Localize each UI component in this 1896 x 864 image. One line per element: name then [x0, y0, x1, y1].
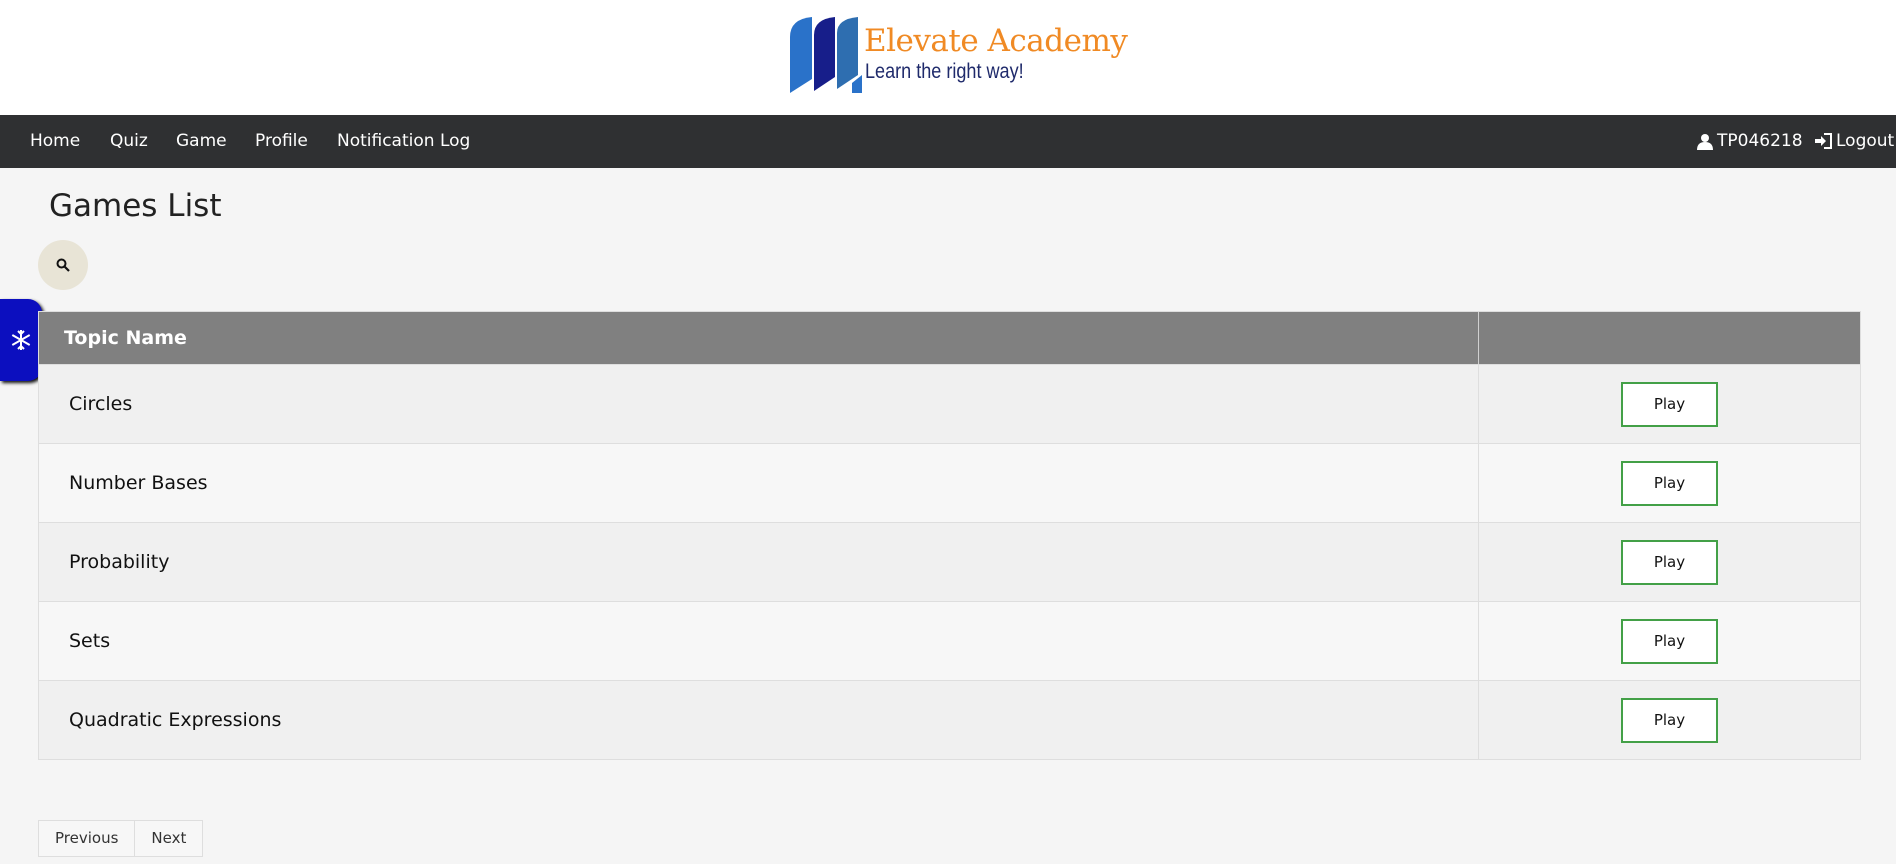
nav-home[interactable]: Home	[30, 131, 80, 151]
user-icon	[1697, 133, 1713, 150]
search-button[interactable]	[38, 240, 88, 290]
play-button[interactable]: Play	[1621, 381, 1718, 427]
nav-logout[interactable]: Logout	[1815, 131, 1894, 151]
topic-cell: Sets	[39, 602, 1479, 680]
play-button[interactable]: Play	[1621, 460, 1718, 506]
logo-header: Elevate Academy Learn the right way!	[0, 0, 1896, 115]
logo-mark-icon	[790, 17, 862, 93]
topic-cell: Probability	[39, 523, 1479, 601]
table-row: Circles Play	[39, 364, 1860, 443]
table-row: Number Bases Play	[39, 443, 1860, 522]
play-button[interactable]: Play	[1621, 618, 1718, 664]
table-row: Sets Play	[39, 601, 1860, 680]
next-page-button[interactable]: Next	[135, 820, 204, 857]
previous-page-button[interactable]: Previous	[38, 820, 136, 857]
topic-cell: Number Bases	[39, 444, 1479, 522]
topic-cell: Quadratic Expressions	[39, 681, 1479, 759]
page-title: Games List	[49, 188, 222, 224]
topic-cell: Circles	[39, 365, 1479, 443]
nav-quiz[interactable]: Quiz	[110, 131, 148, 151]
nav-game[interactable]: Game	[176, 131, 227, 151]
accessibility-side-tab[interactable]	[0, 299, 42, 381]
table-row: Quadratic Expressions Play	[39, 680, 1860, 759]
column-header-topic[interactable]: Topic Name	[39, 312, 1479, 364]
search-icon	[56, 258, 70, 272]
games-table: Topic Name Circles Play Number Bases Pla…	[38, 311, 1861, 760]
nav-user-account[interactable]: TP046218	[1697, 131, 1803, 151]
brand-tagline: Learn the right way!	[865, 60, 1024, 83]
table-row: Probability Play	[39, 522, 1860, 601]
pagination: Previous Next	[38, 820, 204, 857]
brand-logo[interactable]: Elevate Academy Learn the right way!	[790, 17, 1128, 95]
nav-profile[interactable]: Profile	[255, 131, 308, 151]
column-header-action	[1479, 312, 1860, 364]
play-button[interactable]: Play	[1621, 697, 1718, 743]
logout-label: Logout	[1836, 131, 1895, 151]
play-button[interactable]: Play	[1621, 539, 1718, 585]
table-header: Topic Name	[39, 312, 1860, 364]
nav-notification-log[interactable]: Notification Log	[337, 131, 470, 151]
username-label: TP046218	[1717, 131, 1803, 151]
main-navbar: Home Quiz Game Profile Notification Log …	[0, 115, 1896, 168]
brand-name: Elevate Academy	[864, 23, 1128, 59]
sign-in-icon	[1815, 133, 1832, 149]
snowflake-icon	[11, 330, 31, 350]
